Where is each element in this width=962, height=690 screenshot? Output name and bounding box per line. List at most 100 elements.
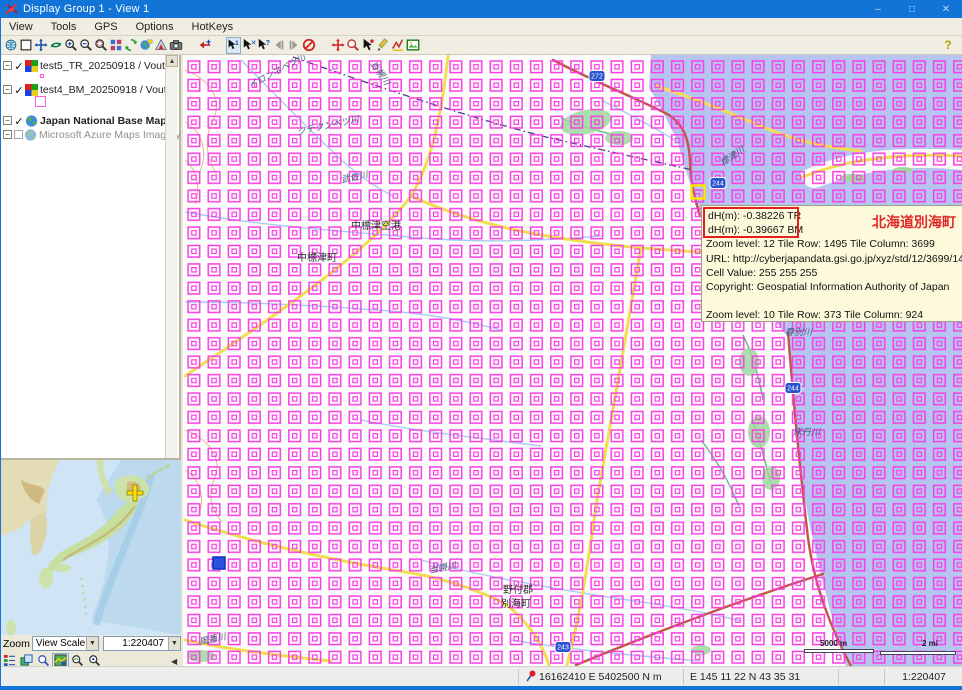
tile-info-z12: Zoom level: 12 Tile Row: 1495 Tile Colum… <box>706 237 962 251</box>
layer-row-basemap[interactable]: − ✓ Japan National Base Map <box>3 114 167 127</box>
copyright-line: Copyright: Geospatial Information Author… <box>706 280 962 294</box>
checkbox-checked-icon[interactable]: ✓ <box>14 60 24 71</box>
zoom-mode-select[interactable]: View Scale ▼ <box>32 636 99 651</box>
scalebar-metric-label: 5000 m <box>820 639 847 648</box>
refresh-layers-icon[interactable] <box>123 37 138 54</box>
chevron-down-icon[interactable]: ▼ <box>86 637 98 650</box>
chevron-down-icon[interactable]: ▼ <box>168 637 180 650</box>
layer-label: test4_BM_20250918 / Vout <box>40 84 167 96</box>
scalebar-imperial-bar <box>880 651 956 655</box>
status-bar: 16162410 E 5402500 N m E 145 11 22 N 43 … <box>1 666 962 686</box>
overview-map[interactable] <box>1 458 181 635</box>
status-empty-cell <box>1 669 519 685</box>
zoom-red-icon[interactable] <box>345 37 360 54</box>
dh-highlight-box <box>703 207 799 238</box>
cancel-icon[interactable] <box>301 37 316 54</box>
menu-item-options[interactable]: Options <box>134 19 182 35</box>
expander-icon[interactable]: − <box>3 116 12 125</box>
raster-layer-icon <box>25 84 38 96</box>
svg-text:✕: ✕ <box>250 40 255 47</box>
globe-layer-icon <box>24 129 37 141</box>
full-extent-icon[interactable] <box>18 37 33 54</box>
globe-data-icon[interactable] <box>138 37 153 54</box>
map-label-place: 中標津空港 <box>351 217 401 232</box>
orbit-icon[interactable] <box>48 37 63 54</box>
status-scale-value: 1:220407 <box>902 671 946 683</box>
map-label-place: 別海町 <box>501 595 531 610</box>
zoom-label: Zoom <box>3 638 30 650</box>
expander-icon[interactable]: − <box>3 130 12 139</box>
map-label-river: 当幌川 <box>428 558 457 575</box>
zoom-controls: Zoom View Scale ▼ 1:220407 ▼ <box>1 635 181 652</box>
query-cursor-icon[interactable]: ? <box>256 37 271 54</box>
expander-icon[interactable]: − <box>3 85 12 94</box>
map-label-place: 野付郡 <box>503 581 533 596</box>
tile-info-z10: Zoom level: 10 Tile Row: 373 Tile Column… <box>706 308 962 322</box>
main-toolbar: 1 ✕?? <box>1 36 962 55</box>
map-label-river: 当幌川 <box>368 58 394 88</box>
tile-url: URL: http://cyberjapandata.gsi.go.jp/xyz… <box>706 252 962 266</box>
menu-item-gps[interactable]: GPS <box>92 19 125 35</box>
map-label-place: 中標津町 <box>297 249 337 264</box>
legend-small-square <box>40 74 44 78</box>
layer-row-test5[interactable]: − ✓ test5_TR_20250918 / Vout <box>3 59 165 72</box>
map-view[interactable]: 272244244243 イロンネベツ川当幌川クテクンベツ川武佐川中標津空港中標… <box>183 55 962 666</box>
globe-layer-icon <box>25 115 38 127</box>
window-title: Display Group 1 - View 1 <box>23 3 149 15</box>
map-label-river: イロンネベツ川 <box>246 55 308 91</box>
expander-icon[interactable]: − <box>3 61 12 70</box>
scalebar-metric-bar <box>804 649 874 653</box>
app-window: { "window": { "title": "Display Group 1 … <box>0 0 962 690</box>
app-icon <box>5 3 19 16</box>
menu-item-view[interactable]: View <box>7 19 41 35</box>
info-cursor-icon[interactable]: 1 <box>226 37 241 54</box>
profile-icon[interactable] <box>390 37 405 54</box>
measure-cursor-icon[interactable]: ✕ <box>241 37 256 54</box>
pan-icon[interactable] <box>33 37 48 54</box>
scroll-up-icon[interactable]: ▲ <box>166 55 178 67</box>
tree-scrollbar[interactable]: ▲ <box>165 55 177 458</box>
checkbox-checked-icon[interactable]: ✓ <box>14 84 24 95</box>
japan-overview-graphic <box>1 460 181 635</box>
cell-value: Cell Value: 255 255 255 <box>706 266 962 280</box>
feature-info-tooltip: 北海道別海町 dH(m): -0.38226 TR dH(m): -0.3966… <box>701 205 962 322</box>
help-icon[interactable]: ? <box>941 38 955 53</box>
image-export-icon[interactable] <box>405 37 420 54</box>
window-bottom-edge <box>1 686 962 690</box>
map-label-river: 春別川 <box>785 325 812 338</box>
digitizer-pencil-icon[interactable] <box>375 37 390 54</box>
status-empty-cell2 <box>839 669 885 685</box>
menu-item-tools[interactable]: Tools <box>49 19 85 35</box>
zoom-window-icon[interactable] <box>93 37 108 54</box>
status-coords-meters: 16162410 E 5402500 N m <box>519 669 684 685</box>
region-label: 北海道別海町 <box>872 215 956 229</box>
scalebar-imperial-label: 2 mi <box>922 639 938 648</box>
layer-row-test4[interactable]: − ✓ test4_BM_20250918 / Vout <box>3 83 167 96</box>
title-bar[interactable]: Display Group 1 - View 1 – □ ✕ <box>1 0 962 18</box>
prev-view-icon[interactable] <box>271 37 286 54</box>
pan-red-icon[interactable] <box>330 37 345 54</box>
render-icon[interactable] <box>153 37 168 54</box>
globe-pan-icon[interactable] <box>3 37 18 54</box>
checkbox-unchecked-icon[interactable] <box>14 130 23 139</box>
zoom-out-icon[interactable] <box>78 37 93 54</box>
add-vector-icon[interactable] <box>197 37 212 54</box>
select-arrow-icon[interactable] <box>360 37 375 54</box>
zoom-scale-select[interactable]: 1:220407 ▼ <box>103 636 181 651</box>
zoom-mode-value: View Scale <box>36 638 85 649</box>
next-view-icon[interactable] <box>286 37 301 54</box>
close-button[interactable]: ✕ <box>929 0 962 18</box>
map-label-river: 武佐川 <box>340 168 369 186</box>
zoom-in-icon[interactable] <box>63 37 78 54</box>
maximize-button[interactable]: □ <box>895 0 929 18</box>
checkbox-checked-icon[interactable]: ✓ <box>14 115 24 126</box>
raster-layer-icon <box>25 60 38 72</box>
menu-item-hotkeys[interactable]: HotKeys <box>190 19 242 35</box>
layer-row-azure[interactable]: − Microsoft Azure Maps Imagery <box>3 128 181 141</box>
layer-tree-panel: − ✓ test5_TR_20250918 / Vout − ✓ test4_B… <box>1 55 181 458</box>
camera-icon[interactable] <box>168 37 183 54</box>
collapse-panel-icon[interactable]: ◀ <box>171 657 177 666</box>
minimize-button[interactable]: – <box>861 0 895 18</box>
svg-text:?: ? <box>265 40 269 47</box>
zoom-grid-icon[interactable] <box>108 37 123 54</box>
